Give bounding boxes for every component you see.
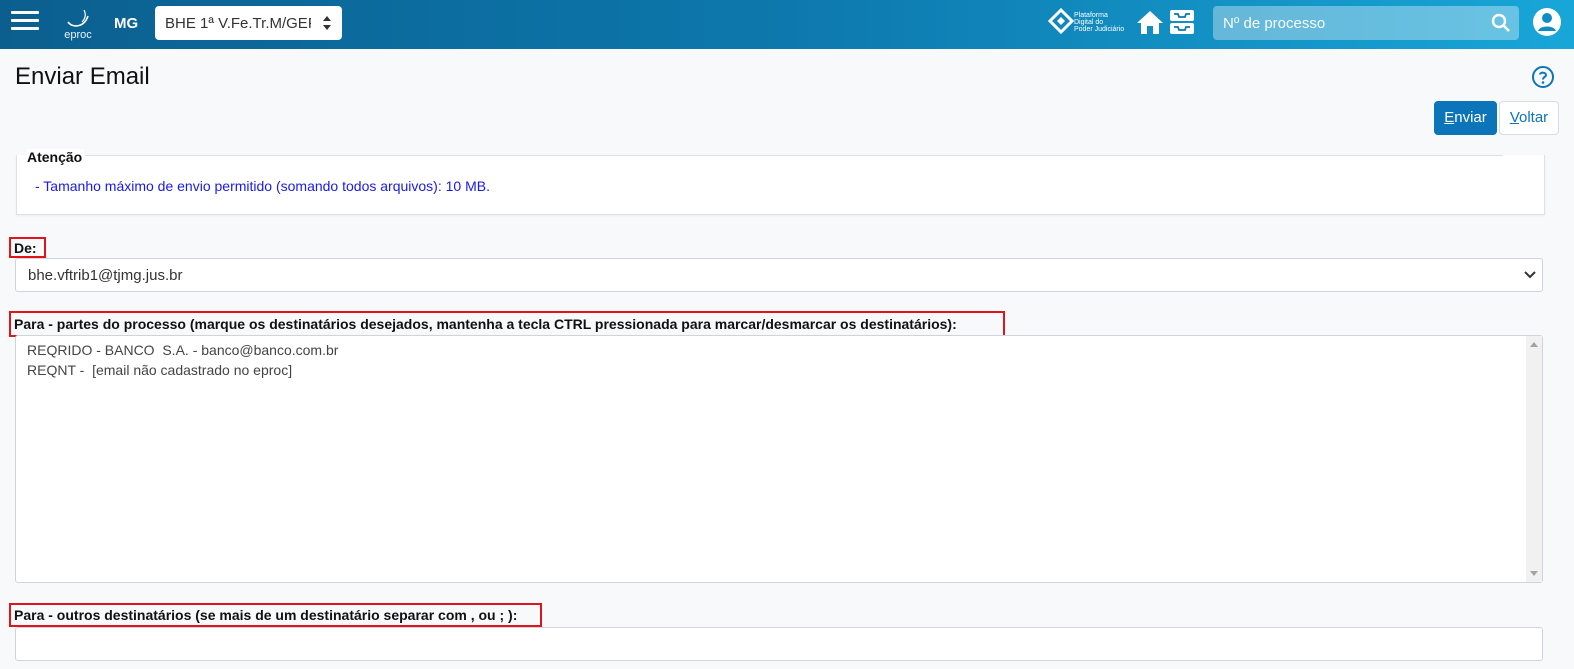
fieldset-border xyxy=(85,155,1503,156)
attention-message: - Tamanho máximo de envio permitido (som… xyxy=(35,178,490,194)
from-select-value: bhe.vftrib1@tjmg.jus.br xyxy=(28,267,183,284)
to-others-label: Para - outros destinatários (se mais de … xyxy=(9,603,542,627)
sort-arrows-icon xyxy=(323,16,331,30)
search-placeholder: Nº de processo xyxy=(1223,15,1326,32)
scroll-up-arrow-icon[interactable] xyxy=(1530,342,1538,347)
to-parties-multiselect[interactable]: REQRIDO - BANCO S.A. - banco@banco.com.b… xyxy=(15,335,1543,583)
user-account-icon[interactable] xyxy=(1532,7,1562,37)
pdpj-line-1: Plataforma xyxy=(1074,12,1108,19)
pdpj-logo[interactable]: Plataforma Digital do Poder Judiciário xyxy=(1047,7,1130,40)
unit-select[interactable]: BHE 1ª V.Fe.Tr.M/GEF xyxy=(155,6,342,40)
back-button-label: oltar xyxy=(1519,109,1549,126)
attention-legend: Atenção xyxy=(27,149,85,165)
pdpj-diamond-icon xyxy=(1047,7,1075,35)
to-parties-label: Para - partes do processo (marque os des… xyxy=(9,311,1005,337)
help-icon[interactable] xyxy=(1531,65,1555,89)
pdpj-logo-text: Plataforma Digital do Poder Judiciário xyxy=(1074,12,1124,33)
send-button[interactable]: Enviar xyxy=(1434,101,1497,135)
search-icon[interactable] xyxy=(1491,13,1511,33)
process-search-input[interactable]: Nº de processo xyxy=(1213,6,1519,40)
send-button-accesskey: E xyxy=(1444,109,1455,126)
scrollbar[interactable] xyxy=(1526,336,1542,582)
to-others-input[interactable] xyxy=(15,627,1543,661)
menu-icon[interactable] xyxy=(11,11,39,35)
unit-select-value: BHE 1ª V.Fe.Tr.M/GEF xyxy=(165,15,311,32)
eproc-logo[interactable]: eproc xyxy=(60,6,96,42)
send-button-label: nviar xyxy=(1454,109,1487,126)
attention-fieldset: Atenção - Tamanho máximo de envio permit… xyxy=(16,149,1545,215)
back-button-accesskey: V xyxy=(1509,109,1519,126)
top-navbar: eproc MG BHE 1ª V.Fe.Tr.M/GEF Plataforma… xyxy=(0,0,1574,49)
from-select[interactable]: bhe.vftrib1@tjmg.jus.br xyxy=(15,258,1543,292)
home-icon[interactable] xyxy=(1136,9,1164,35)
page-title: Enviar Email xyxy=(15,63,150,90)
back-button[interactable]: Voltar xyxy=(1499,101,1559,135)
recipient-option[interactable]: REQRIDO - BANCO S.A. - banco@banco.com.b… xyxy=(27,342,338,362)
eproc-logo-text: eproc xyxy=(64,29,92,41)
from-label: De: xyxy=(9,237,46,258)
pdpj-line-2: Digital do xyxy=(1074,19,1104,26)
recipient-option[interactable]: REQNT - [email não cadastrado no eproc] xyxy=(27,362,292,382)
pdpj-line-3: Poder Judiciário xyxy=(1074,26,1125,33)
inbox-icon[interactable] xyxy=(1168,8,1196,36)
eproc-swoosh-icon xyxy=(67,9,89,27)
chevron-down-icon xyxy=(1524,271,1536,279)
state-label: MG xyxy=(114,15,139,32)
scroll-down-arrow-icon[interactable] xyxy=(1530,571,1538,576)
